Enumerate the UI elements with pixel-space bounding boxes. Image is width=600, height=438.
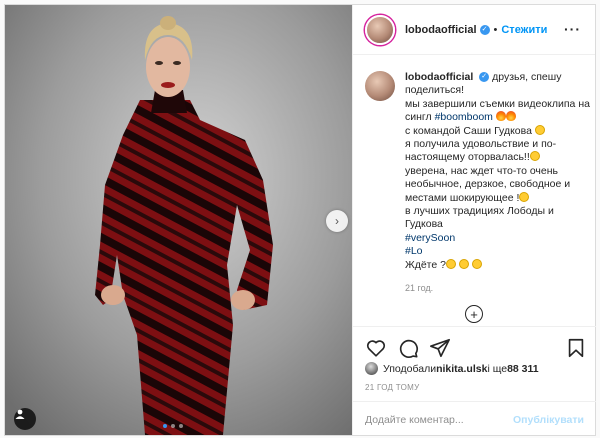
chevron-right-icon: ›: [335, 214, 339, 228]
more-options-icon[interactable]: ···: [564, 21, 581, 37]
post-photo[interactable]: ›: [5, 5, 352, 435]
heart-icon[interactable]: [365, 337, 387, 359]
bookmark-icon[interactable]: [565, 337, 587, 359]
smile-emoji-icon: [519, 191, 530, 202]
comment-box: Додайте коментар... Опублікувати: [353, 401, 596, 437]
share-icon[interactable]: [429, 337, 451, 359]
fire-emoji-icon: [495, 111, 506, 122]
photo-figure: [5, 5, 352, 435]
likes-count[interactable]: 88 311: [507, 363, 539, 375]
post-actions: Уподобали nikita.ulsk і ще 88 311 21 ГОД…: [353, 326, 596, 436]
likes-summary: Уподобали nikita.ulsk і ще 88 311: [365, 362, 539, 375]
caption: lobodaofficial ✓ друзья, спешу поделитьс…: [365, 71, 590, 296]
carousel-dot: [163, 424, 167, 428]
caption-line: Ждёте ?: [405, 258, 446, 271]
header-username[interactable]: lobodaofficial: [405, 24, 477, 36]
hashtag-link[interactable]: #verySoon: [405, 232, 455, 244]
post-header: lobodaofficial ✓ • Стежити ···: [353, 5, 595, 55]
caption-text: lobodaofficial ✓ друзья, спешу поделитьс…: [405, 71, 590, 296]
comment-icon[interactable]: [397, 337, 419, 359]
post-timestamp[interactable]: 21 ГОД ТОМУ: [365, 383, 420, 392]
publish-button[interactable]: Опублікувати: [513, 414, 584, 426]
caption-time: 21 год.: [405, 283, 434, 294]
verified-icon: ✓: [479, 72, 490, 83]
hashtag-link[interactable]: #Lo: [405, 245, 423, 257]
likes-prefix: Уподобали: [383, 362, 437, 375]
tagged-users-button[interactable]: [14, 408, 36, 430]
caption-line: уверена, нас ждет что-то очень необычное…: [405, 164, 571, 204]
action-icons: [365, 337, 587, 359]
caption-line: с командой Саши Гудкова: [405, 124, 535, 137]
avatar[interactable]: [365, 14, 395, 45]
comment-input[interactable]: Додайте коментар...: [365, 414, 513, 426]
grin-emoji-icon: [445, 258, 456, 269]
hashtag-link[interactable]: #boomboom: [435, 111, 493, 123]
next-photo-button[interactable]: ›: [326, 210, 348, 232]
likes-middle: і ще: [487, 362, 508, 375]
carousel-dot: [171, 424, 175, 428]
separator-dot: •: [493, 23, 498, 36]
user-icon: [15, 409, 25, 419]
caption-username[interactable]: lobodaofficial: [405, 71, 473, 83]
post-card: › lobodaofficial ✓ • Стежити ··· lobodao…: [4, 4, 596, 436]
plus-icon: +: [470, 306, 478, 322]
carousel-dot: [179, 424, 183, 428]
load-more-comments-button[interactable]: +: [465, 305, 483, 323]
grin-emoji-icon: [458, 258, 469, 269]
liker-username[interactable]: nikita.ulsk: [436, 363, 487, 375]
grin-emoji-icon: [471, 258, 482, 269]
follow-button[interactable]: Стежити: [501, 24, 547, 36]
caption-line: в лучших традициях Лободы и Гудкова: [405, 205, 554, 231]
carousel-dots: [163, 424, 183, 428]
caption-avatar[interactable]: [365, 71, 395, 101]
post-sidebar: lobodaofficial ✓ • Стежити ··· lobodaoff…: [352, 5, 596, 436]
grin-emoji-icon: [534, 124, 545, 135]
grin-emoji-icon: [529, 151, 540, 162]
fire-emoji-icon: [505, 111, 516, 122]
verified-icon: ✓: [479, 24, 490, 35]
liker-avatar[interactable]: [365, 362, 378, 375]
